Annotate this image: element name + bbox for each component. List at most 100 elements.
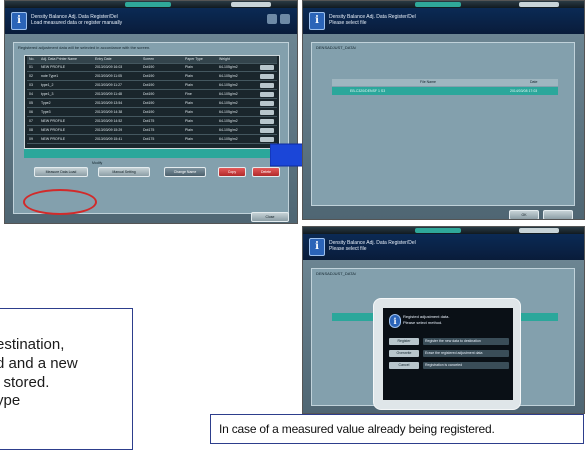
table-row[interactable]: 04 type1_3 2013/03/09 11:48 Dot190 Fine …	[27, 91, 277, 99]
cell-screen: Dot175	[143, 127, 155, 132]
status-pill	[231, 2, 271, 7]
row-detail-button[interactable]	[260, 83, 274, 88]
cell-date: 2013/03/09 13:54	[95, 100, 123, 105]
cell-no: 07	[29, 118, 33, 123]
cell-weight: 64-105g/m2	[219, 100, 238, 105]
method-dialog: i Registed adjustment data. Please selec…	[373, 298, 521, 410]
description-line-1: estination,	[0, 336, 65, 353]
screen-header: i Density Balance Adj. Data Register/Del…	[303, 8, 584, 34]
col-header-screen: Screen	[143, 56, 155, 61]
cell-weight: 64-105g/m2	[219, 127, 238, 132]
row-detail-button[interactable]	[260, 65, 274, 70]
col-file-name: File Name	[420, 80, 436, 84]
ok-button[interactable]: OK	[509, 210, 539, 219]
cell-name: NEW PROFILE	[41, 127, 66, 132]
help-icon[interactable]	[267, 14, 277, 24]
cell-date: 2013/03/09 11:48	[95, 91, 122, 96]
cell-date: 2013/03/09 15:41	[95, 136, 123, 141]
screen-body: DENSADJUST_DATA/ File Name Date EB-C320/…	[303, 34, 584, 219]
status-bar	[303, 1, 584, 8]
cell-weight: 64-105g/m2	[219, 64, 238, 69]
cell-date: 2013/03/09 16:03	[95, 64, 123, 69]
cancel-option-text: Registration is canceled	[423, 362, 509, 369]
cell-name: NEW PROFILE	[41, 64, 66, 69]
cell-name: note Type1	[41, 73, 59, 78]
cell-weight: 64-105g/m2	[219, 82, 238, 87]
close-button[interactable]: Close	[251, 212, 289, 222]
cell-date: 2013/03/09 15:29	[95, 127, 123, 132]
table-row[interactable]: 09 NEW PROFILE 2013/03/09 15:41 Dot175 P…	[27, 136, 277, 144]
selected-file-row[interactable]: EB-C320/DENSF 1 S3 2014/03/08 17:03	[332, 87, 558, 95]
cell-no: 02	[29, 73, 33, 78]
file-panel: DENSADJUST_DATA/ File Name Date EB-C320/…	[311, 42, 575, 206]
screen-body: DENSADJUST_DATA/ i Registed adjustment d…	[303, 260, 584, 413]
panel-title: DENSADJUST_DATA/	[316, 271, 357, 276]
table-row[interactable]: 05 Type2 2013/03/09 13:54 Dot190 Plain 6…	[27, 100, 277, 108]
row-detail-button[interactable]	[260, 110, 274, 115]
table-row[interactable]: 08 NEW PROFILE 2013/03/09 15:29 Dot175 P…	[27, 127, 277, 135]
screen-file-select: i Density Balance Adj. Data Register/Del…	[302, 0, 585, 220]
cell-screen: Dot190	[143, 91, 155, 96]
overwrite-option-button[interactable]: Overwrite	[389, 350, 419, 357]
cell-date: 2013/03/09 11:27	[95, 82, 122, 87]
file-table-header: File Name Date	[332, 79, 558, 86]
panel-title: Registered adjustment data will be selec…	[18, 45, 151, 50]
screen-register-list: i Density Balance Adj. Data Register/Del…	[4, 0, 298, 224]
cell-paper: Plain	[185, 82, 193, 87]
cell-screen: Dot175	[143, 136, 155, 141]
caption-text: In case of a measured value already bein…	[219, 422, 495, 436]
header-subtitle: Load measured data or register manually	[31, 20, 123, 26]
overwrite-option-text: Erase the registered adjustment data	[423, 350, 509, 357]
cell-screen: Dot175	[143, 118, 155, 123]
manual-setting-button[interactable]: Manual Setting	[98, 167, 150, 177]
description-line-2: d and a new	[0, 355, 78, 372]
cell-paper: Plain	[185, 127, 193, 132]
screen-header: i Density Balance Adj. Data Register/Del…	[303, 234, 584, 260]
col-header-name: Adj. Data Printer Name	[41, 56, 77, 61]
measure-data-load-button[interactable]: Measure Data Load	[34, 167, 88, 177]
status-pill	[519, 228, 559, 233]
table-row[interactable]: 03 type1_2 2013/03/09 11:27 Dot190 Plain…	[27, 82, 277, 90]
change-name-button[interactable]: Change Name	[164, 167, 206, 177]
selected-row-bar[interactable]	[24, 149, 278, 158]
menu-icon[interactable]	[280, 14, 290, 24]
cell-paper: Fine	[185, 91, 192, 96]
cancel-button[interactable]	[543, 210, 573, 219]
cell-weight: 64-105g/m2	[219, 73, 238, 78]
dialog-message-1: Registed adjustment data.	[403, 314, 450, 319]
info-icon: i	[309, 238, 325, 256]
info-icon: i	[11, 12, 27, 30]
cell-weight: 64-105g/m2	[219, 91, 238, 96]
cell-name: NEW PROFILE	[41, 136, 66, 141]
col-header-date: Entry Date	[95, 56, 112, 61]
table-row[interactable]: 07 NEW PROFILE 2013/03/09 14:52 Dot175 P…	[27, 118, 277, 126]
row-detail-button[interactable]	[260, 92, 274, 97]
cancel-option-button[interactable]: Cancel	[389, 362, 419, 369]
caption-box: In case of a measured value already bein…	[210, 414, 584, 444]
cell-paper: Plain	[185, 64, 193, 69]
row-detail-button[interactable]	[260, 74, 274, 79]
description-line-3: l stored.	[0, 374, 50, 391]
col-header-paper: Paper Type	[185, 56, 203, 61]
cell-weight: 64-105g/m2	[219, 136, 238, 141]
cell-no: 04	[29, 91, 33, 96]
cell-paper: Plain	[185, 118, 193, 123]
cell-paper: Plain	[185, 73, 193, 78]
cell-name: NEW PROFILE	[41, 118, 66, 123]
table-row[interactable]: 01 NEW PROFILE 2013/03/09 16:03 Dot190 P…	[27, 64, 277, 72]
table-row[interactable]: 06 Type3 2013/03/09 14:38 Dot190 Plain 6…	[27, 109, 277, 117]
cell-paper: Plain	[185, 109, 193, 114]
register-option-text: Register the new data to destination	[423, 338, 509, 345]
copy-button[interactable]: Copy	[218, 167, 246, 177]
row-detail-button[interactable]	[260, 101, 274, 106]
table-row[interactable]: 02 note Type1 2013/03/09 11:05 Dot190 Pl…	[27, 73, 277, 81]
register-option-button[interactable]: Register	[389, 338, 419, 345]
cell-date: 2013/03/09 11:05	[95, 73, 122, 78]
method-dialog-body: i Registed adjustment data. Please selec…	[382, 307, 514, 401]
cell-screen: Dot190	[143, 100, 155, 105]
cell-paper: Plain	[185, 100, 193, 105]
cell-date: 2013/03/09 14:38	[95, 109, 123, 114]
row-detail-button[interactable]	[260, 119, 274, 124]
status-tab	[415, 2, 461, 7]
cell-no: 06	[29, 109, 33, 114]
